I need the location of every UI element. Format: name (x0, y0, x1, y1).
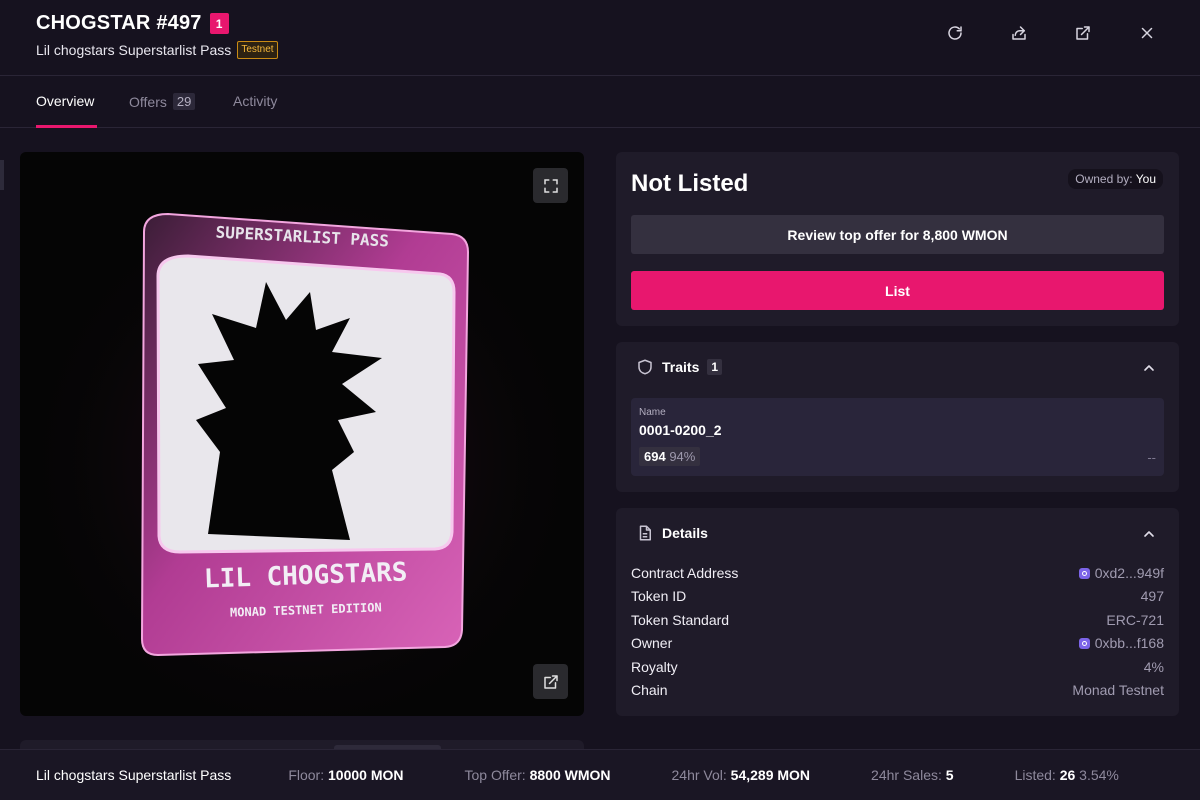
detail-row-contract: Contract Address 0xd2...949f (631, 565, 1164, 581)
collection-stats-bar: Lil chogstars Superstarlist Pass Floor: … (0, 749, 1200, 800)
traits-heading: Traits (662, 359, 700, 375)
trait-count: 694 (644, 449, 666, 464)
rank-badge: 1 (209, 13, 229, 34)
detail-value: Monad Testnet (1072, 682, 1164, 698)
chain-icon (1078, 567, 1090, 579)
listed-label: Listed: (1014, 767, 1056, 783)
collection-link[interactable]: Lil chogstars Superstarlist Pass (36, 42, 231, 58)
floor-stat: Floor: 10000 MON (288, 767, 403, 783)
trait-floor-price: -- (1147, 450, 1156, 465)
owner-address-link[interactable]: 0xbb...f168 (1078, 635, 1164, 651)
owned-by-value: You (1135, 172, 1156, 186)
close-icon (1141, 27, 1153, 39)
detail-value: 497 (1140, 588, 1164, 604)
detail-value: ERC-721 (1106, 612, 1164, 628)
traits-header[interactable]: Traits 1 (636, 358, 723, 376)
volume-value: 54,289 MON (730, 767, 811, 783)
traits-count: 1 (707, 359, 723, 375)
top-offer-stat: Top Offer: 8800 WMON (464, 767, 610, 783)
expand-icon (543, 178, 558, 193)
detail-value: 0xd2...949f (1094, 565, 1164, 581)
window-edge (0, 160, 4, 190)
trait-percent: 94% (669, 449, 696, 464)
details-heading: Details (662, 525, 708, 541)
listing-status: Not Listed (631, 170, 749, 197)
tab-activity[interactable]: Activity (233, 93, 277, 109)
contract-address-link[interactable]: 0xd2...949f (1078, 565, 1164, 581)
share-button[interactable] (1008, 22, 1030, 44)
detail-value: 4% (1143, 659, 1164, 675)
detail-row-chain: Chain Monad Testnet (631, 682, 1164, 698)
review-top-offer-button[interactable]: Review top offer for 8,800 WMON (631, 215, 1164, 254)
external-link-icon (1076, 26, 1090, 40)
trait-value: 0001-0200_2 (639, 422, 722, 438)
detail-label: Token ID (631, 588, 687, 604)
external-link-icon (543, 674, 558, 689)
tab-bar: Overview Offers 29 Activity (0, 77, 1200, 128)
share-icon (1012, 26, 1026, 40)
header-actions (944, 22, 1158, 44)
trait-type: Name (639, 407, 666, 418)
top-offer-label: Top Offer: (464, 767, 526, 783)
owned-by-badge: Owned by: You (1068, 169, 1163, 189)
detail-row-token-id: Token ID 497 (631, 588, 1164, 604)
detail-row-token-standard: Token Standard ERC-721 (631, 612, 1164, 628)
details-header[interactable]: Details (636, 524, 708, 542)
nft-image-panel: SUPERSTARLIST PASS LIL CHOGSTARS MONAD T… (20, 152, 584, 716)
offers-count-badge: 29 (172, 93, 196, 110)
sales-stat: 24hr Sales: 5 (871, 767, 954, 783)
trait-card[interactable]: Name 0001-0200_2 694 94% -- (631, 398, 1164, 476)
document-icon (639, 525, 651, 541)
detail-row-royalty: Royalty 4% (631, 659, 1164, 675)
testnet-badge: Testnet (237, 41, 278, 59)
owned-by-label: Owned by: (1075, 172, 1133, 186)
listed-stat: Listed: 26 3.54% (1015, 767, 1119, 783)
subtitle-row: Lil chogstars Superstarlist Pass Testnet (36, 41, 278, 59)
trait-rarity: 694 94% (639, 447, 701, 466)
shield-icon (638, 359, 652, 375)
footer-collection-name[interactable]: Lil chogstars Superstarlist Pass (36, 767, 231, 783)
active-tab-indicator (36, 125, 97, 128)
refresh-icon (948, 26, 962, 40)
volume-stat: 24hr Vol: 54,289 MON (672, 767, 811, 783)
tab-label: Offers (129, 93, 167, 110)
nft-title: CHOGSTAR #497 (36, 12, 202, 34)
detail-label: Owner (631, 635, 673, 651)
details-panel: Details Contract Address 0xd2...949f Tok… (616, 508, 1179, 716)
detail-row-owner: Owner 0xbb...f168 (631, 635, 1164, 651)
volume-label: 24hr Vol: (671, 767, 727, 783)
floor-label: Floor: (288, 767, 325, 783)
title-row: CHOGSTAR #497 1 (36, 12, 229, 35)
detail-label: Token Standard (631, 612, 730, 628)
chevron-up-icon[interactable] (1141, 526, 1157, 542)
floor-value: 10000 MON (328, 767, 404, 783)
open-image-button[interactable] (533, 664, 568, 699)
open-external-button[interactable] (1072, 22, 1094, 44)
sales-value: 5 (945, 767, 954, 783)
tab-label: Overview (36, 93, 95, 109)
detail-label: Contract Address (631, 565, 739, 581)
top-offer-value: 8800 WMON (529, 767, 611, 783)
detail-label: Chain (631, 682, 668, 698)
listed-value: 26 (1059, 767, 1076, 783)
detail-value: 0xbb...f168 (1094, 635, 1164, 651)
listing-panel: Not Listed Owned by: You Review top offe… (616, 152, 1179, 326)
nft-artwork: SUPERSTARLIST PASS LIL CHOGSTARS MONAD T… (20, 152, 584, 716)
list-button[interactable]: List (631, 271, 1164, 310)
detail-label: Royalty (631, 659, 678, 675)
chevron-up-icon[interactable] (1141, 360, 1157, 376)
traits-panel: Traits 1 Name 0001-0200_2 694 94% -- (616, 342, 1179, 492)
refresh-button[interactable] (944, 22, 966, 44)
tab-label: Activity (233, 93, 278, 109)
chain-icon (1078, 637, 1090, 649)
tab-offers[interactable]: Offers 29 (129, 93, 196, 110)
fullscreen-button[interactable] (533, 168, 568, 203)
tab-overview[interactable]: Overview (36, 93, 94, 109)
sales-label: 24hr Sales: (871, 767, 942, 783)
close-button[interactable] (1136, 22, 1158, 44)
listed-percent: 3.54% (1079, 767, 1119, 783)
header: CHOGSTAR #497 1 Lil chogstars Superstarl… (0, 0, 1200, 76)
